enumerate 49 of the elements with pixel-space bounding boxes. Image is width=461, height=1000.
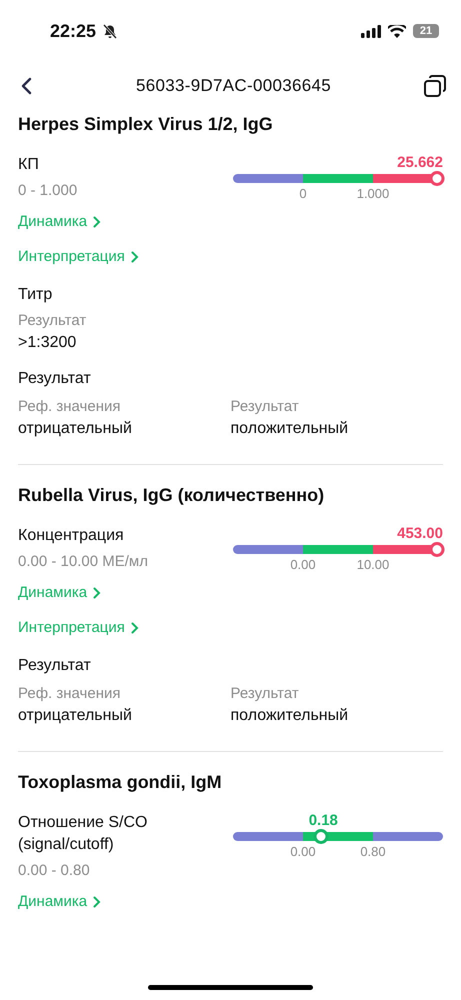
field-label: Результат: [18, 311, 88, 331]
details-link[interactable]: Динамика: [18, 204, 102, 239]
test-title: Rubella Virus, IgG (количественно): [18, 484, 326, 507]
parameter-label: Результат: [18, 369, 92, 389]
result-value: 25.662: [397, 154, 443, 171]
tick-label: 1.000: [356, 186, 390, 201]
signal-icon: [361, 24, 381, 38]
test-title: Herpes Simplex Virus 1/2, IgG: [18, 113, 274, 136]
field-label: Реф. значения: [18, 397, 122, 417]
field-label: Результат: [230, 397, 300, 417]
header-title: 56033-9D7AC-00036645: [134, 76, 332, 96]
back-icon[interactable]: [20, 77, 32, 95]
field-value: отрицательный: [18, 419, 133, 439]
details-link[interactable]: Динамика: [18, 575, 102, 610]
tick-label: 10.00: [356, 557, 390, 572]
result-value: 0.18: [308, 812, 338, 829]
test-title: Toxoplasma gondii, IgM: [18, 771, 223, 794]
tick-label: 0.00: [290, 844, 316, 859]
reference-range: 0.00 - 10.00 МЕ/мл: [18, 552, 149, 572]
chevron-right-icon: [93, 896, 102, 908]
field-label: Реф. значения: [18, 684, 122, 704]
wifi-icon: [388, 24, 406, 38]
details-link[interactable]: Интерпретация: [18, 239, 139, 274]
field-value: >1:3200: [18, 333, 78, 353]
copy-icon[interactable]: [423, 74, 447, 98]
reference-range: 0.00 - 0.80: [18, 861, 91, 881]
chevron-right-icon: [93, 216, 102, 228]
chevron-right-icon: [130, 250, 139, 262]
tick-label: 0.80: [360, 844, 386, 859]
chevron-right-icon: [93, 586, 102, 598]
details-link[interactable]: Динамика: [18, 884, 102, 919]
reference-range: 0 - 1.000: [18, 181, 78, 201]
tick-label: 0: [299, 186, 307, 201]
parameter-label: КП: [18, 155, 40, 175]
chevron-right-icon: [130, 622, 139, 634]
muted-bell-icon: [103, 24, 118, 38]
field-value: отрицательный: [18, 706, 133, 726]
field-label: Результат: [230, 684, 300, 704]
field-value: положительный: [230, 706, 350, 726]
details-link[interactable]: Интерпретация: [18, 610, 139, 645]
parameter-label: Концентрация: [18, 526, 125, 546]
parameter-label: Титр: [18, 285, 54, 305]
status-time: 22:25: [50, 20, 96, 42]
parameter-label: Результат: [18, 656, 92, 676]
parameter-label: Отношение S/CO (signal/cutoff): [18, 813, 148, 855]
field-value: положительный: [230, 419, 350, 439]
result-value: 453.00: [397, 525, 443, 542]
tick-label: 0.00: [290, 557, 316, 572]
battery-level: 21: [413, 24, 439, 38]
